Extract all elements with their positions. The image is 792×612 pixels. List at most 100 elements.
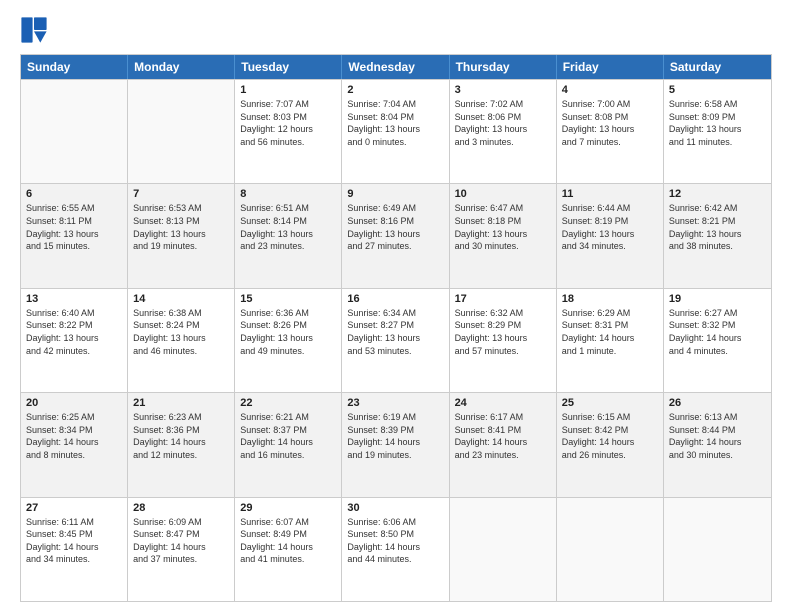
info-line: Daylight: 13 hours — [455, 123, 551, 136]
cal-header-wednesday: Wednesday — [342, 55, 449, 79]
info-line: Sunrise: 7:07 AM — [240, 98, 336, 111]
info-line: Sunrise: 7:04 AM — [347, 98, 443, 111]
day-number: 28 — [133, 502, 229, 514]
info-line: Sunset: 8:24 PM — [133, 319, 229, 332]
info-line: Sunrise: 6:19 AM — [347, 411, 443, 424]
info-line: Daylight: 13 hours — [669, 123, 766, 136]
info-line: Sunrise: 6:51 AM — [240, 202, 336, 215]
info-line: Sunset: 8:13 PM — [133, 215, 229, 228]
cal-cell-0-2: 1Sunrise: 7:07 AMSunset: 8:03 PMDaylight… — [235, 80, 342, 183]
info-line: Sunset: 8:31 PM — [562, 319, 658, 332]
info-line: and 15 minutes. — [26, 240, 122, 253]
info-line: and 37 minutes. — [133, 553, 229, 566]
info-line: Sunrise: 6:55 AM — [26, 202, 122, 215]
day-number: 2 — [347, 84, 443, 96]
info-line: Daylight: 13 hours — [133, 228, 229, 241]
cal-cell-3-4: 24Sunrise: 6:17 AMSunset: 8:41 PMDayligh… — [450, 393, 557, 496]
day-number: 8 — [240, 188, 336, 200]
info-line: and 19 minutes. — [133, 240, 229, 253]
cal-cell-4-3: 30Sunrise: 6:06 AMSunset: 8:50 PMDayligh… — [342, 498, 449, 601]
cal-cell-3-2: 22Sunrise: 6:21 AMSunset: 8:37 PMDayligh… — [235, 393, 342, 496]
calendar-header-row: SundayMondayTuesdayWednesdayThursdayFrid… — [21, 55, 771, 79]
day-number: 10 — [455, 188, 551, 200]
info-line: and 41 minutes. — [240, 553, 336, 566]
cal-cell-2-2: 15Sunrise: 6:36 AMSunset: 8:26 PMDayligh… — [235, 289, 342, 392]
info-line: Daylight: 14 hours — [455, 436, 551, 449]
info-line: Sunset: 8:36 PM — [133, 424, 229, 437]
info-line: Sunset: 8:19 PM — [562, 215, 658, 228]
info-line: and 3 minutes. — [455, 136, 551, 149]
cal-cell-2-4: 17Sunrise: 6:32 AMSunset: 8:29 PMDayligh… — [450, 289, 557, 392]
day-number: 29 — [240, 502, 336, 514]
info-line: Daylight: 13 hours — [26, 332, 122, 345]
info-line: Sunset: 8:14 PM — [240, 215, 336, 228]
day-number: 19 — [669, 293, 766, 305]
info-line: Daylight: 14 hours — [133, 541, 229, 554]
info-line: Sunset: 8:04 PM — [347, 111, 443, 124]
info-line: Daylight: 14 hours — [347, 436, 443, 449]
info-line: Daylight: 13 hours — [669, 228, 766, 241]
info-line: Daylight: 12 hours — [240, 123, 336, 136]
info-line: Sunset: 8:42 PM — [562, 424, 658, 437]
info-line: Sunrise: 6:34 AM — [347, 307, 443, 320]
info-line: and 53 minutes. — [347, 345, 443, 358]
cal-cell-1-1: 7Sunrise: 6:53 AMSunset: 8:13 PMDaylight… — [128, 184, 235, 287]
info-line: and 11 minutes. — [669, 136, 766, 149]
logo-icon — [20, 16, 48, 44]
day-number: 13 — [26, 293, 122, 305]
info-line: Sunrise: 6:06 AM — [347, 516, 443, 529]
info-line: Daylight: 13 hours — [347, 332, 443, 345]
day-number: 9 — [347, 188, 443, 200]
info-line: Daylight: 14 hours — [240, 436, 336, 449]
calendar-body: 1Sunrise: 7:07 AMSunset: 8:03 PMDaylight… — [21, 79, 771, 601]
info-line: Sunrise: 6:15 AM — [562, 411, 658, 424]
cal-cell-1-2: 8 Sunrise: 6:51 AMSunset: 8:14 PMDaylight… — [235, 184, 342, 287]
info-line: and 42 minutes. — [26, 345, 122, 358]
info-line: and 23 minutes. — [240, 240, 336, 253]
info-line: Sunset: 8:34 PM — [26, 424, 122, 437]
cal-header-thursday: Thursday — [450, 55, 557, 79]
info-line: Sunrise: 6:47 AM — [455, 202, 551, 215]
info-line: Daylight: 14 hours — [26, 436, 122, 449]
info-line: Sunset: 8:06 PM — [455, 111, 551, 124]
cal-cell-4-0: 27Sunrise: 6:11 AMSunset: 8:45 PMDayligh… — [21, 498, 128, 601]
day-number: 3 — [455, 84, 551, 96]
cal-week-0: 1Sunrise: 7:07 AMSunset: 8:03 PMDaylight… — [21, 79, 771, 183]
info-line: Daylight: 14 hours — [240, 541, 336, 554]
info-line: Daylight: 14 hours — [562, 332, 658, 345]
cal-header-friday: Friday — [557, 55, 664, 79]
info-line: Daylight: 13 hours — [455, 228, 551, 241]
day-number: 22 — [240, 397, 336, 409]
cal-cell-0-5: 4Sunrise: 7:00 AMSunset: 8:08 PMDaylight… — [557, 80, 664, 183]
info-line: and 38 minutes. — [669, 240, 766, 253]
cal-cell-2-1: 14Sunrise: 6:38 AMSunset: 8:24 PMDayligh… — [128, 289, 235, 392]
cal-cell-3-1: 21Sunrise: 6:23 AMSunset: 8:36 PMDayligh… — [128, 393, 235, 496]
logo — [20, 16, 50, 44]
cal-cell-1-6: 12Sunrise: 6:42 AMSunset: 8:21 PMDayligh… — [664, 184, 771, 287]
info-line: Sunrise: 6:49 AM — [347, 202, 443, 215]
info-line: and 19 minutes. — [347, 449, 443, 462]
cal-cell-3-5: 25Sunrise: 6:15 AMSunset: 8:42 PMDayligh… — [557, 393, 664, 496]
info-line: Sunset: 8:41 PM — [455, 424, 551, 437]
info-line: Sunrise: 6:27 AM — [669, 307, 766, 320]
day-number: 23 — [347, 397, 443, 409]
info-line: Sunrise: 6:42 AM — [669, 202, 766, 215]
info-line: and 44 minutes. — [347, 553, 443, 566]
cal-cell-1-0: 6Sunrise: 6:55 AMSunset: 8:11 PMDaylight… — [21, 184, 128, 287]
day-number: 16 — [347, 293, 443, 305]
info-line: and 16 minutes. — [240, 449, 336, 462]
info-line: Sunset: 8:39 PM — [347, 424, 443, 437]
day-number: 30 — [347, 502, 443, 514]
info-line: Sunrise: 6:36 AM — [240, 307, 336, 320]
info-line: and 0 minutes. — [347, 136, 443, 149]
info-line: Daylight: 13 hours — [240, 228, 336, 241]
info-line: Sunrise: 6:38 AM — [133, 307, 229, 320]
info-line: Daylight: 14 hours — [669, 332, 766, 345]
info-line: Sunrise: 6:25 AM — [26, 411, 122, 424]
info-line: Daylight: 13 hours — [26, 228, 122, 241]
info-line: Sunrise: 6:53 AM — [133, 202, 229, 215]
day-number: 4 — [562, 84, 658, 96]
day-number: 1 — [240, 84, 336, 96]
info-line: and 26 minutes. — [562, 449, 658, 462]
info-line: and 1 minute. — [562, 345, 658, 358]
